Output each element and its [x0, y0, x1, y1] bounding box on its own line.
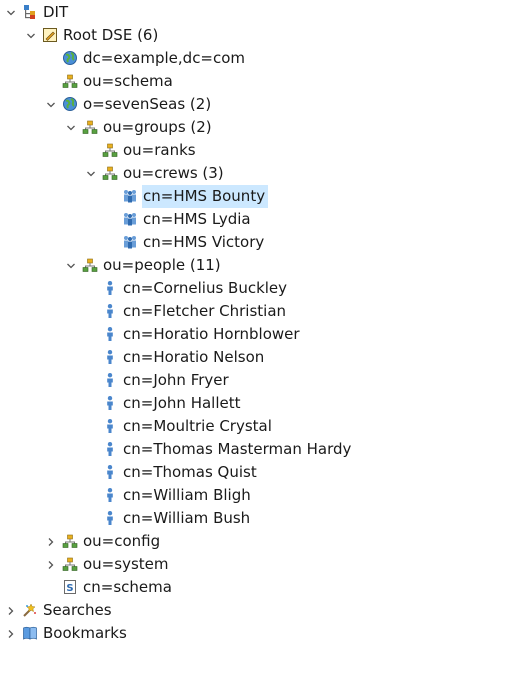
tree-item-ou-system[interactable]: ou=system [0, 553, 522, 576]
tree-item-label: ou=people (11) [103, 256, 221, 274]
svg-text:S: S [66, 583, 73, 594]
tree-item-cn-horatio-hornblower[interactable]: cn=Horatio Hornblower [0, 323, 522, 346]
tree-item-label: o=sevenSeas (2) [83, 95, 212, 113]
tree-item-label: cn=William Bush [123, 509, 251, 527]
chevron-right-icon[interactable] [4, 622, 18, 645]
tree-item-cn-thomas-quist[interactable]: cn=Thomas Quist [0, 461, 522, 484]
person-icon [102, 487, 118, 503]
chevron-down-icon[interactable] [24, 24, 38, 47]
tree-item-cn-thomas-masterman-hardy[interactable]: cn=Thomas Masterman Hardy [0, 438, 522, 461]
tree-item-label: cn=HMS Victory [143, 233, 265, 251]
tree-item-label: ou=system [83, 555, 169, 573]
tree-item-cn-william-bush[interactable]: cn=William Bush [0, 507, 522, 530]
tree-item-label: ou=ranks [123, 141, 196, 159]
root-dse-icon [42, 27, 58, 43]
chevron-down-icon[interactable] [4, 1, 18, 24]
tree-item-cn-hms-lydia[interactable]: cn=HMS Lydia [0, 208, 522, 231]
tree-item-searches[interactable]: Searches [0, 599, 522, 622]
tree-item-label: DIT [43, 3, 69, 21]
group-icon [122, 188, 138, 204]
group-icon [122, 234, 138, 250]
tree-item-label: cn=Cornelius Buckley [123, 279, 288, 297]
org-unit-icon [62, 533, 78, 549]
chevron-down-icon[interactable] [84, 162, 98, 185]
tree-item-cn-fletcher-christian[interactable]: cn=Fletcher Christian [0, 300, 522, 323]
tree-item-cn-hms-bounty[interactable]: cn=HMS Bounty [0, 185, 522, 208]
tree-item-label: Searches [43, 601, 112, 619]
org-unit-icon [62, 556, 78, 572]
chevron-right-icon[interactable] [44, 530, 58, 553]
tree-item-dit[interactable]: DIT [0, 1, 522, 24]
tree-item-ou-schema[interactable]: ou=schema [0, 70, 522, 93]
person-icon [102, 510, 118, 526]
chevron-right-icon[interactable] [44, 553, 58, 576]
tree-item-label: cn=HMS Lydia [143, 210, 251, 228]
org-unit-icon [62, 73, 78, 89]
org-unit-icon [102, 165, 118, 181]
schema-icon: S [62, 579, 78, 595]
chevron-down-icon[interactable] [64, 254, 78, 277]
person-icon [102, 303, 118, 319]
person-icon [102, 464, 118, 480]
tree-item-cn-john-hallett[interactable]: cn=John Hallett [0, 392, 522, 415]
tree-item-label: cn=John Hallett [123, 394, 241, 412]
person-icon [102, 395, 118, 411]
tree-item-bookmarks[interactable]: Bookmarks [0, 622, 522, 645]
tree-item-cn-cornelius-buckley[interactable]: cn=Cornelius Buckley [0, 277, 522, 300]
tree-item-cn-schema[interactable]: Scn=schema [0, 576, 522, 599]
tree-item-label: ou=groups (2) [103, 118, 212, 136]
tree-item-ou-people[interactable]: ou=people (11) [0, 254, 522, 277]
org-unit-icon [82, 257, 98, 273]
chevron-down-icon[interactable] [64, 116, 78, 139]
globe-icon [62, 50, 78, 66]
tree-item-label: cn=John Fryer [123, 371, 229, 389]
person-icon [102, 372, 118, 388]
person-icon [102, 418, 118, 434]
tree-item-label: Bookmarks [43, 624, 127, 642]
person-icon [102, 441, 118, 457]
tree-item-label: cn=HMS Bounty [142, 185, 269, 208]
group-icon [122, 211, 138, 227]
globe-icon [62, 96, 78, 112]
org-unit-icon [82, 119, 98, 135]
tree-item-label: cn=Thomas Quist [123, 463, 257, 481]
tree-item-label: cn=Thomas Masterman Hardy [123, 440, 352, 458]
tree-item-label: ou=crews (3) [123, 164, 224, 182]
tree-item-ou-groups[interactable]: ou=groups (2) [0, 116, 522, 139]
tree-item-ou-ranks[interactable]: ou=ranks [0, 139, 522, 162]
tree-item-label: cn=William Bligh [123, 486, 251, 504]
person-icon [102, 280, 118, 296]
person-icon [102, 326, 118, 342]
bookmarks-icon [22, 625, 38, 641]
searches-icon [22, 602, 38, 618]
tree-item-cn-john-fryer[interactable]: cn=John Fryer [0, 369, 522, 392]
tree-item-cn-hms-victory[interactable]: cn=HMS Victory [0, 231, 522, 254]
tree-item-label: cn=Horatio Nelson [123, 348, 265, 366]
tree-item-ou-crews[interactable]: ou=crews (3) [0, 162, 522, 185]
tree-item-cn-william-bligh[interactable]: cn=William Bligh [0, 484, 522, 507]
tree-item-label: cn=Fletcher Christian [123, 302, 287, 320]
tree-item-o-sevenseas[interactable]: o=sevenSeas (2) [0, 93, 522, 116]
org-unit-icon [102, 142, 118, 158]
tree-item-label: ou=schema [83, 72, 173, 90]
tree-item-cn-moultrie-crystal[interactable]: cn=Moultrie Crystal [0, 415, 522, 438]
tree-item-label: Root DSE (6) [63, 26, 159, 44]
tree-item-cn-horatio-nelson[interactable]: cn=Horatio Nelson [0, 346, 522, 369]
tree-item-label: cn=Horatio Hornblower [123, 325, 300, 343]
person-icon [102, 349, 118, 365]
tree-item-label: cn=Moultrie Crystal [123, 417, 272, 435]
chevron-down-icon[interactable] [44, 93, 58, 116]
chevron-right-icon[interactable] [4, 599, 18, 622]
ldap-browser-tree: DIT Root DSE (6) dc=example,dc=com ou=schem… [0, 0, 522, 674]
dit-icon [22, 4, 38, 20]
tree-item-label: dc=example,dc=com [83, 49, 246, 67]
tree-item-label: ou=config [83, 532, 161, 550]
tree-item-root-dse[interactable]: Root DSE (6) [0, 24, 522, 47]
tree-item-dc-example-com[interactable]: dc=example,dc=com [0, 47, 522, 70]
tree-item-ou-config[interactable]: ou=config [0, 530, 522, 553]
tree-item-label: cn=schema [83, 578, 172, 596]
